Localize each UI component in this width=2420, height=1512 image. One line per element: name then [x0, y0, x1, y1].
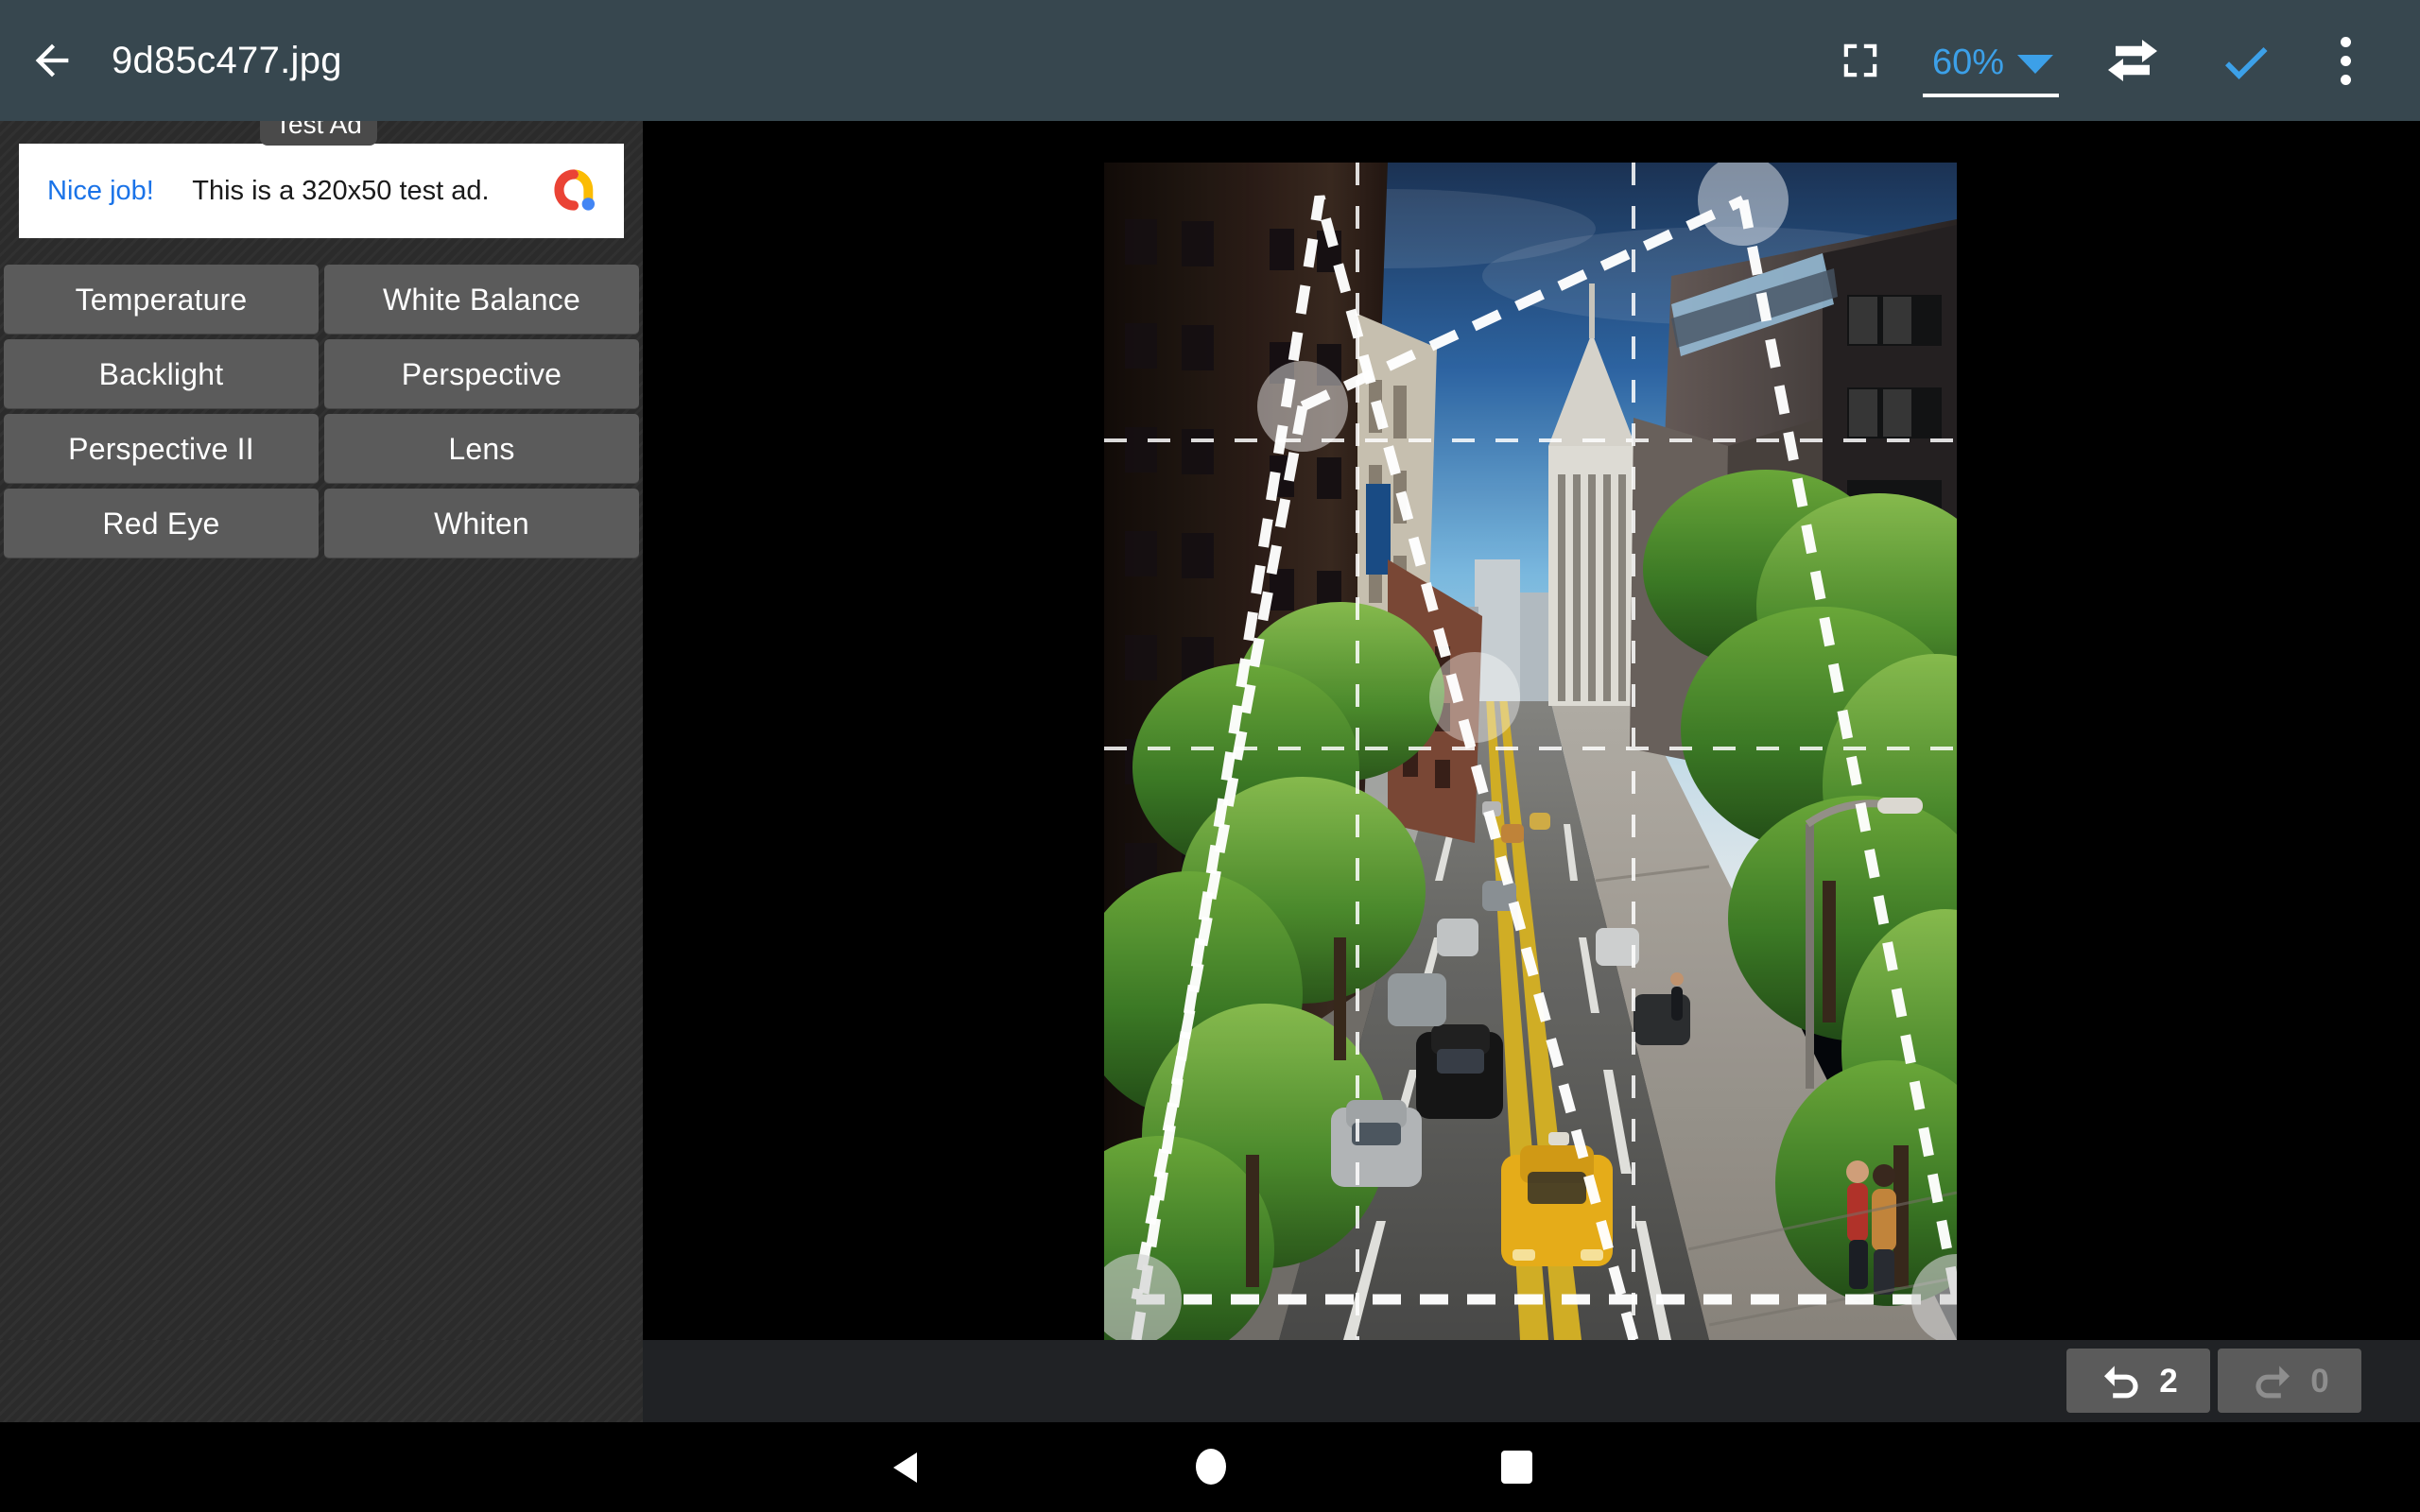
chevron-down-icon: [2017, 54, 2053, 74]
overflow-menu-icon: [2340, 36, 2351, 47]
back-button[interactable]: [0, 0, 104, 121]
history-controls: 2 0: [2066, 1349, 2361, 1413]
photo-editor-app: 9d85c477.jpg 60% Nice job! This is a 320…: [0, 0, 2420, 1512]
nav-recents-square-icon[interactable]: [1501, 1451, 1532, 1484]
tool-button-label: White Balance: [383, 282, 580, 317]
redo-button[interactable]: 0: [2218, 1349, 2361, 1413]
tool-button-backlight[interactable]: Backlight: [4, 339, 319, 409]
tool-sidebar: Nice job! This is a 320x50 test ad. Test…: [0, 121, 643, 1340]
apply-button[interactable]: [2189, 0, 2303, 121]
ad-body-text: This is a 320x50 test ad.: [192, 175, 490, 206]
ad-cta-label: Nice job!: [47, 175, 154, 206]
photo-image[interactable]: [1104, 163, 1957, 1340]
tool-button-label: Red Eye: [102, 506, 220, 541]
tool-button-temperature[interactable]: Temperature: [4, 265, 319, 335]
fit-to-screen-button[interactable]: [1815, 0, 1906, 121]
tool-button-label: Temperature: [75, 282, 248, 317]
nav-home-circle-icon[interactable]: [1196, 1449, 1226, 1485]
tool-button-label: Lens: [448, 431, 515, 466]
ad-test-badge: Test Ad: [260, 121, 377, 146]
tool-button-label: Perspective II: [68, 431, 254, 466]
tool-button-red-eye[interactable]: Red Eye: [4, 489, 319, 558]
tool-button-label: Backlight: [98, 356, 224, 391]
overflow-menu-icon: [2340, 55, 2351, 66]
tool-button-grid: Temperature White Balance Backlight Pers…: [0, 265, 643, 558]
redo-count: 0: [2310, 1362, 2329, 1400]
tool-button-lens[interactable]: Lens: [324, 414, 639, 484]
nav-inner: [0, 1422, 2420, 1512]
ad-banner[interactable]: Nice job! This is a 320x50 test ad.: [19, 144, 624, 238]
arrow-left-icon: [35, 43, 69, 77]
zoom-level-value: 60%: [1931, 43, 2004, 82]
overflow-menu-icon: [2340, 74, 2351, 85]
tool-button-label: Perspective: [401, 356, 562, 391]
bottom-bar: 2 0: [643, 1340, 2420, 1422]
android-navigation-bar: [0, 1422, 2420, 1512]
checkmark-icon: [2225, 47, 2268, 79]
tool-button-whiten[interactable]: Whiten: [324, 489, 639, 558]
tool-button-perspective[interactable]: Perspective: [324, 339, 639, 409]
zoom-level-dropdown[interactable]: 60%: [1922, 31, 2059, 97]
compare-button[interactable]: [2076, 0, 2189, 121]
tool-button-white-balance[interactable]: White Balance: [324, 265, 639, 335]
bottom-left-strip: [0, 1340, 643, 1422]
admob-logo-icon: [554, 169, 596, 211]
redo-arrow-icon: [2256, 1366, 2290, 1399]
tool-button-label: Whiten: [434, 506, 529, 541]
nav-back-triangle-icon[interactable]: [893, 1452, 917, 1483]
compare-swap-arrows-icon: [2108, 40, 2157, 81]
tool-button-perspective-ii[interactable]: Perspective II: [4, 414, 319, 484]
appbar-actions: 60%: [1815, 0, 2420, 121]
ad-container: Nice job! This is a 320x50 test ad. Test…: [0, 121, 643, 238]
photo-canvas[interactable]: [643, 121, 2420, 1340]
app-bar: 9d85c477.jpg 60%: [0, 0, 2420, 121]
undo-arrow-icon: [2104, 1366, 2138, 1399]
undo-count: 2: [2159, 1362, 2178, 1400]
overflow-menu-button[interactable]: [2303, 0, 2388, 121]
page-title: 9d85c477.jpg: [112, 39, 342, 81]
undo-button[interactable]: 2: [2066, 1349, 2210, 1413]
fit-to-screen-icon: [1843, 43, 1877, 77]
photo-content: [1104, 163, 1957, 1340]
